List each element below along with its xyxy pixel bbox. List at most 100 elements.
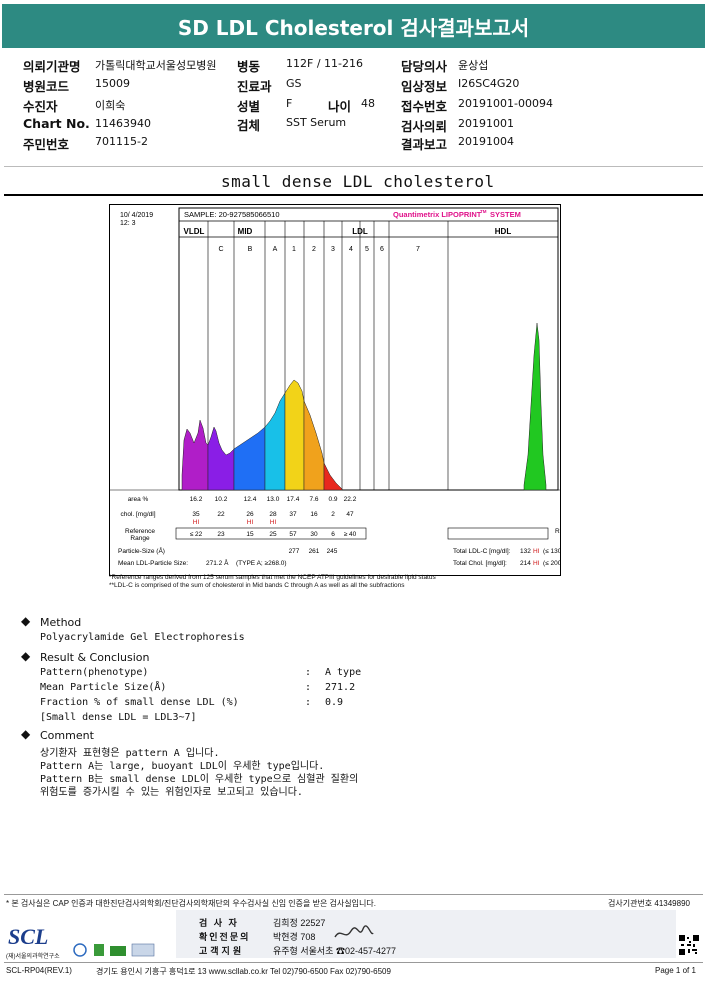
specimen-label: 검체 (237, 118, 261, 133)
area-value: 13.0 (267, 496, 280, 503)
ldl2-area (303, 400, 325, 491)
method-text: Polyacrylamide Gel Electrophoresis (40, 632, 245, 643)
ref-label-right: Reference (555, 528, 560, 535)
clinical-info-label: 임상정보 (401, 79, 448, 94)
tester-label: 검 사 자 (199, 918, 239, 928)
chol-hi-flag: HI (247, 519, 254, 526)
chol-value: 47 (346, 511, 354, 518)
chart-date: 10/ 4/2019 (120, 212, 153, 219)
mean-type: (TYPE A; ≥268.0) (236, 560, 287, 567)
request-label: 검사의뢰 (401, 119, 448, 134)
chol-value: 37 (289, 511, 297, 518)
age-label: 나이 (328, 99, 352, 114)
result-row-value: 0.9 (325, 697, 344, 708)
ref-label: Range (130, 535, 150, 542)
area-value: 7.6 (309, 496, 318, 503)
particle-size: 261 (309, 548, 320, 555)
result-row-label: Fraction % of small dense LDL (%) (40, 697, 239, 708)
chart-system: Quantimetrix LIPOPRINT (393, 210, 482, 219)
patient-label: 수진자 (23, 99, 58, 114)
ref-value: 15 (246, 531, 254, 538)
accreditation-logos (72, 940, 162, 964)
result-note: [Small dense LDL = LDL3~7] (40, 712, 197, 723)
ref-value: 25 (269, 531, 277, 538)
particle-size-label: Particle-Size (Å) (118, 546, 165, 555)
dept-label: 진료과 (237, 79, 272, 94)
footnote-2: **LDL-C is comprised of the sum of chole… (109, 582, 405, 589)
ref-label: Reference (125, 528, 155, 535)
ref-value: ≤ 22 (190, 531, 203, 538)
institution-value: 가톨릭대학교서울성모병원 (95, 59, 217, 72)
fraction-label: 5 (365, 246, 369, 253)
fraction-label: 1 (292, 246, 296, 253)
band-label: LDL (352, 227, 368, 236)
header-divider (4, 166, 703, 167)
chart-system-tm: TM (480, 209, 487, 214)
total-ldl-value: 132 (520, 548, 531, 555)
signature-panel (176, 910, 676, 958)
result-date: 20191004 (458, 135, 514, 148)
ref-value: ≥ 40 (344, 531, 357, 538)
chol-value: 16 (310, 511, 318, 518)
area-row-label: area % (128, 496, 149, 503)
confirm-value: 박현경 708 (273, 932, 316, 942)
hospital-code-label: 병원코드 (23, 79, 70, 94)
tester-value: 김희정 22527 (273, 918, 326, 928)
result-row-sep: : (305, 667, 312, 678)
result-row-sep: : (305, 697, 312, 708)
org-subtitle: (재)서울의과학연구소 (6, 954, 60, 960)
address: 경기도 용인시 기흥구 흥덕1로 13 www.scllab.co.kr Tel… (96, 967, 391, 976)
total-chol-ref: (≤ 200) (543, 560, 560, 567)
mid-b-area (233, 426, 266, 491)
fraction-label: A (273, 246, 278, 253)
chol-value: 26 (246, 511, 254, 518)
area-value: 22.2 (344, 496, 357, 503)
confirm-label: 확인전문의 (199, 932, 251, 942)
mean-value: 271.2 Å (206, 558, 229, 567)
fraction-label: B (248, 246, 253, 253)
total-chol-value: 214 (520, 560, 531, 567)
chol-hi-flag: HI (270, 519, 277, 526)
chart-text: 10/ 4/201912: 3 SAMPLE: 20-927585066510 Qu… (118, 209, 560, 567)
total-ldl-label: Total LDL-C [mg/dl]: (453, 548, 511, 555)
chol-value: 2 (331, 511, 335, 518)
id-label: 주민번호 (23, 137, 70, 152)
receipt-value: 20191001-00094 (458, 97, 553, 110)
chart-system-tail: SYSTEM (490, 210, 521, 219)
footnote-1: *Reference ranges derived from 125 serum… (109, 574, 436, 581)
total-ldl-flag: HI (533, 548, 540, 555)
hdl-area (523, 322, 547, 491)
ref-box-right (447, 527, 549, 540)
result-row-sep: : (305, 682, 312, 693)
fraction-label: 4 (349, 246, 353, 253)
ref-value: 6 (331, 531, 335, 538)
lipoprint-chart: 10/ 4/2019 12: 3 SAMPLE: 20-927585066510 Qu… (109, 204, 561, 576)
comment-title: Comment (40, 729, 94, 742)
chart-areas (181, 322, 547, 491)
method-bullet-icon: ◆ (21, 614, 31, 628)
fraction-label: 7 (416, 246, 420, 253)
chart-time: 12: 3 (120, 220, 136, 227)
doctor-value: 윤상섭 (458, 59, 489, 72)
doc-code: SCL-RP04(REV.1) (6, 966, 72, 975)
chol-row-label: chol. [mg/dl] (120, 511, 155, 518)
comment-line: 위험도를 증가시킬 수 있는 위험인자로 보고되고 있습니다. (40, 787, 303, 798)
area-value: 0.9 (328, 496, 337, 503)
ref-value: 30 (310, 531, 318, 538)
result-bullet-icon: ◆ (21, 649, 31, 663)
chol-hi-flag: HI (193, 519, 200, 526)
ward-label: 병동 (237, 59, 261, 74)
footer-rule (4, 894, 703, 895)
chart-no-label: Chart No. (23, 116, 90, 131)
chol-value: 35 (192, 511, 200, 518)
specimen-value: SST Serum (286, 116, 347, 129)
particle-size: 277 (289, 548, 300, 555)
fraction-label: 6 (380, 246, 384, 253)
ref-value: 23 (217, 531, 225, 538)
age-value: 48 (361, 97, 375, 110)
chart-no-value: 11463940 (95, 117, 151, 130)
ward-value: 112F / 11-216 (286, 57, 363, 70)
chol-value: 28 (269, 511, 277, 518)
service-value: 유주형 서울서초 ☎02-457-4277 (273, 946, 397, 956)
report-title: SD LDL Cholesterol 검사결과보고서 (2, 4, 705, 48)
